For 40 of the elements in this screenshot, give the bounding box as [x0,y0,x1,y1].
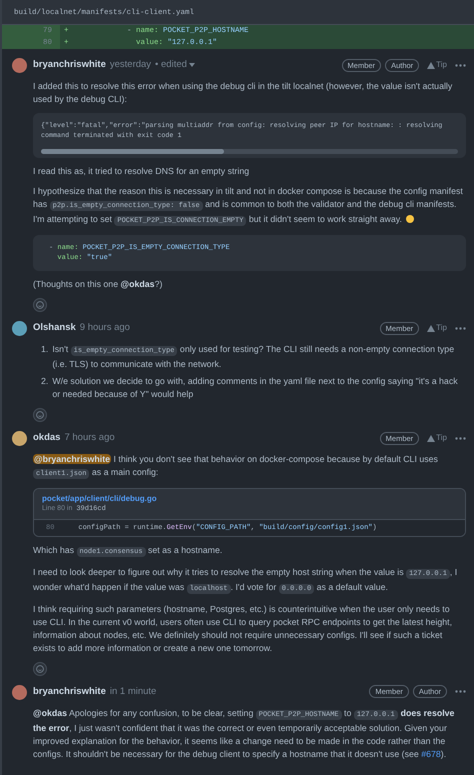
comment-time[interactable]: in 1 minute [110,684,156,699]
issue-link[interactable]: #678 [421,748,441,759]
list-number: 2. [41,375,48,388]
smiley-icon [36,411,44,420]
comment-text: I think requiring such parameters (hostname, Postgres, etc.) is counterintuitive when the user only needs to use CLI. In the current v0 world, users often use CLI to query pocket RPC endpoints to get the latest height, information about nodes, etc. We definitely should not require unnecessary configs. I'll see if such a ticket exists to add more information or create a new one tomorrow. [33,602,454,655]
more-options-icon[interactable] [455,326,466,330]
more-options-icon[interactable] [455,436,466,440]
comment-text: I added this to resolve this error when using the debug cli in the tilt localnet (however, the value isn't actually used by the debug CLI): [33,80,454,106]
comment-text: I read this as, it tried to resolve DNS for an empty string [33,165,250,178]
warning-icon [427,62,436,69]
tip-label[interactable]: Tip [436,322,447,334]
avatar[interactable] [12,431,27,446]
avatar[interactable] [12,321,27,336]
comment-time[interactable]: 9 hours ago [80,321,130,336]
avatar[interactable] [12,684,27,700]
tip-label[interactable]: Tip [436,432,447,444]
add-reaction-button[interactable] [33,408,47,422]
warning-icon [427,324,436,332]
avatar[interactable] [12,58,27,74]
tip-label[interactable]: Tip [436,59,447,72]
add-reaction-button[interactable] [33,298,47,312]
caret-icon[interactable] [188,63,195,68]
list-item-text: W/e solution we decide to go with, adding comments in the yaml file next to the config saying "it's a hack or needed because of Y" would help [52,375,459,402]
author-name[interactable]: bryanchriswhite [33,58,106,72]
list-number: 1. [41,343,48,356]
more-options-icon[interactable] [455,690,466,694]
author-name[interactable]: okdas [33,431,60,446]
file-link[interactable]: pocket/app/client/cli/debug.go [42,493,457,504]
smiley-icon [36,301,44,310]
scrollbar[interactable] [41,149,458,154]
more-options-icon[interactable] [455,64,466,67]
edited-label[interactable]: • edited [155,58,187,72]
author-name[interactable]: Olshansk [33,321,76,336]
warning-icon [427,434,436,442]
smiley-icon [36,664,44,673]
comment-time[interactable]: 7 hours ago [64,431,115,446]
comment-time[interactable]: yesterday [110,58,152,72]
author-name[interactable]: bryanchriswhite [33,684,106,699]
add-reaction-button[interactable] [33,662,47,676]
comment-text: (Thoughts on this one @okdas?) [33,278,164,292]
